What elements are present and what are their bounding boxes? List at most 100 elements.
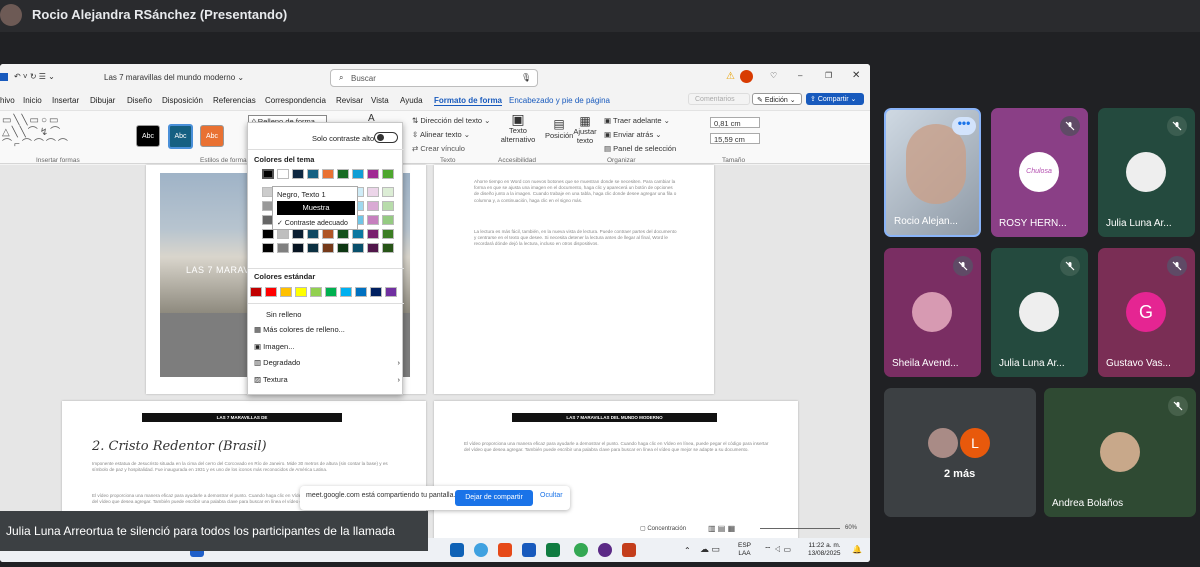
standard-color-swatch[interactable] bbox=[340, 287, 352, 297]
theme-color-swatch[interactable] bbox=[292, 169, 304, 179]
stop-sharing-button[interactable]: Dejar de compartir bbox=[455, 490, 533, 506]
chrome-icon[interactable] bbox=[574, 543, 588, 557]
theme-color-swatch[interactable] bbox=[352, 169, 364, 179]
tab-archivo[interactable]: hivo bbox=[0, 96, 15, 105]
theme-color-swatch[interactable] bbox=[307, 243, 319, 253]
theme-color-swatch[interactable] bbox=[352, 243, 364, 253]
theme-color-swatch[interactable] bbox=[382, 243, 394, 253]
participant-tile-rocio[interactable]: ••• Rocio Alejan... bbox=[884, 108, 981, 237]
theme-color-swatch[interactable] bbox=[382, 201, 394, 211]
zoom-level[interactable]: 60% bbox=[845, 525, 857, 531]
tab-encabezado[interactable]: Encabezado y pie de página bbox=[509, 96, 610, 105]
theme-color-swatch[interactable] bbox=[277, 169, 289, 179]
style-preset-blue[interactable]: Abc bbox=[168, 124, 193, 149]
height-field[interactable]: 0,81 cm bbox=[710, 117, 760, 128]
clock[interactable]: 11:22 a. m. 13/08/2025 bbox=[808, 542, 841, 558]
focus-mode-button[interactable]: ▢ Concentración bbox=[640, 525, 686, 532]
tab-ayuda[interactable]: Ayuda bbox=[400, 96, 423, 105]
standard-color-swatch[interactable] bbox=[385, 287, 397, 297]
wrap-text-button[interactable]: ▦ Ajustar texto bbox=[573, 115, 597, 145]
view-buttons[interactable]: ▥ ▤ ▦ bbox=[708, 524, 735, 533]
tab-formato-de-forma[interactable]: Formato de forma bbox=[434, 96, 503, 106]
powerpoint-icon[interactable] bbox=[622, 543, 636, 557]
standard-color-swatch[interactable] bbox=[325, 287, 337, 297]
standard-color-swatch[interactable] bbox=[370, 287, 382, 297]
participant-tile-andrea[interactable]: Andrea Bolaños bbox=[1044, 388, 1196, 517]
alt-text-button[interactable]: ▣ Texto alternativo bbox=[500, 112, 536, 144]
search-input[interactable]: ⌕ Buscar 🎙 bbox=[330, 69, 538, 87]
tab-vista[interactable]: Vista bbox=[371, 96, 389, 105]
texture-option[interactable]: ▨ Textura › bbox=[254, 375, 400, 384]
image-option[interactable]: ▣ Imagen... bbox=[254, 342, 294, 351]
theme-color-swatch[interactable] bbox=[277, 243, 289, 253]
theme-color-swatch[interactable] bbox=[382, 215, 394, 225]
tray-icons[interactable]: ☁ ▭ bbox=[700, 544, 720, 555]
tab-disposicion[interactable]: Disposición bbox=[162, 96, 203, 105]
tab-referencias[interactable]: Referencias bbox=[213, 96, 256, 105]
position-button[interactable]: ▤ Posición bbox=[545, 117, 573, 140]
standard-color-swatch[interactable] bbox=[295, 287, 307, 297]
undo-icon[interactable]: ↶ ˅ ↻ ☰ ⌄ bbox=[14, 72, 55, 81]
participant-tile-gustavo[interactable]: G Gustavo Vas... bbox=[1098, 248, 1195, 377]
participant-tile-rosy[interactable]: Chulosa ROSY HERN... bbox=[991, 108, 1088, 237]
theme-color-swatch[interactable] bbox=[337, 243, 349, 253]
share-button[interactable]: ⇪ Compartir ⌄ bbox=[806, 93, 864, 105]
app-icon[interactable] bbox=[498, 543, 512, 557]
selection-pane-button[interactable]: ▤ Panel de selección bbox=[604, 144, 676, 153]
align-text-button[interactable]: ⇳ Alinear texto ⌄ bbox=[412, 130, 470, 139]
theme-color-swatch[interactable] bbox=[292, 229, 304, 239]
participant-tile-sheila[interactable]: Sheila Avend... bbox=[884, 248, 981, 377]
language-indicator[interactable]: ESP LAA bbox=[738, 542, 751, 558]
standard-color-swatch[interactable] bbox=[355, 287, 367, 297]
more-options-icon[interactable]: ••• bbox=[952, 117, 976, 135]
lightbulb-icon[interactable]: ♡ bbox=[770, 71, 777, 80]
standard-color-swatch[interactable] bbox=[280, 287, 292, 297]
standard-color-swatch[interactable] bbox=[250, 287, 262, 297]
create-link-button[interactable]: ⇄ Crear vínculo bbox=[412, 144, 465, 153]
user-avatar[interactable] bbox=[740, 70, 753, 83]
bring-forward-button[interactable]: ▣ Traer adelante ⌄ bbox=[604, 116, 670, 125]
tab-inicio[interactable]: Inicio bbox=[23, 96, 42, 105]
more-participants-tile[interactable]: L 2 más bbox=[884, 388, 1036, 517]
theme-color-swatch[interactable] bbox=[337, 229, 349, 239]
style-preset-orange[interactable]: Abc bbox=[200, 125, 224, 147]
standard-color-swatch[interactable] bbox=[310, 287, 322, 297]
theme-color-swatch[interactable] bbox=[352, 229, 364, 239]
app-icon[interactable] bbox=[598, 543, 612, 557]
outlook-icon[interactable] bbox=[450, 543, 464, 557]
theme-color-swatch[interactable] bbox=[382, 187, 394, 197]
text-direction-button[interactable]: ⇅ Dirección del texto ⌄ bbox=[412, 116, 490, 125]
edge-icon[interactable] bbox=[474, 543, 488, 557]
microphone-icon[interactable]: 🎙 bbox=[521, 73, 531, 82]
participant-tile-julia[interactable]: Julia Luna Ar... bbox=[1098, 108, 1195, 237]
theme-color-swatch[interactable] bbox=[382, 229, 394, 239]
more-colors-option[interactable]: ▦ Más colores de relleno... bbox=[254, 325, 345, 334]
editing-mode-button[interactable]: ✎ Edición ⌄ bbox=[752, 93, 802, 105]
theme-color-swatch[interactable] bbox=[322, 169, 334, 179]
high-contrast-toggle[interactable] bbox=[374, 132, 398, 143]
width-field[interactable]: 15,59 cm bbox=[710, 133, 760, 144]
theme-color-swatch[interactable] bbox=[262, 229, 274, 239]
wifi-volume-icon[interactable]: ⌔ ◁ ▭ bbox=[764, 545, 791, 555]
theme-color-swatch[interactable] bbox=[367, 215, 379, 225]
shapes-gallery[interactable]: ▭╲╲▭○▭ △╲╲⌒↯⌒ ⌒⌐⌒⌒⌒⌒ bbox=[2, 115, 82, 153]
theme-color-swatch[interactable] bbox=[322, 243, 334, 253]
no-fill-option[interactable]: Sin relleno bbox=[266, 310, 301, 319]
notifications-icon[interactable]: 🔔 bbox=[852, 545, 862, 554]
tray-chevron-icon[interactable]: ⌃ bbox=[684, 546, 691, 555]
theme-color-swatch[interactable] bbox=[277, 229, 289, 239]
word-icon[interactable] bbox=[522, 543, 536, 557]
tab-correspondencia[interactable]: Correspondencia bbox=[265, 96, 326, 105]
theme-color-swatch[interactable] bbox=[367, 169, 379, 179]
theme-color-swatch[interactable] bbox=[292, 243, 304, 253]
theme-color-swatch[interactable] bbox=[307, 229, 319, 239]
theme-color-swatch[interactable] bbox=[367, 201, 379, 211]
theme-color-swatch[interactable] bbox=[382, 169, 394, 179]
tab-revisar[interactable]: Revisar bbox=[336, 96, 363, 105]
theme-color-swatch[interactable] bbox=[337, 169, 349, 179]
excel-icon[interactable] bbox=[546, 543, 560, 557]
comments-button[interactable]: Comentarios bbox=[688, 93, 750, 105]
theme-color-swatch[interactable] bbox=[262, 169, 274, 179]
theme-color-swatch[interactable] bbox=[262, 243, 274, 253]
document-title[interactable]: Las 7 maravillas del mundo moderno ⌄ bbox=[104, 73, 244, 82]
